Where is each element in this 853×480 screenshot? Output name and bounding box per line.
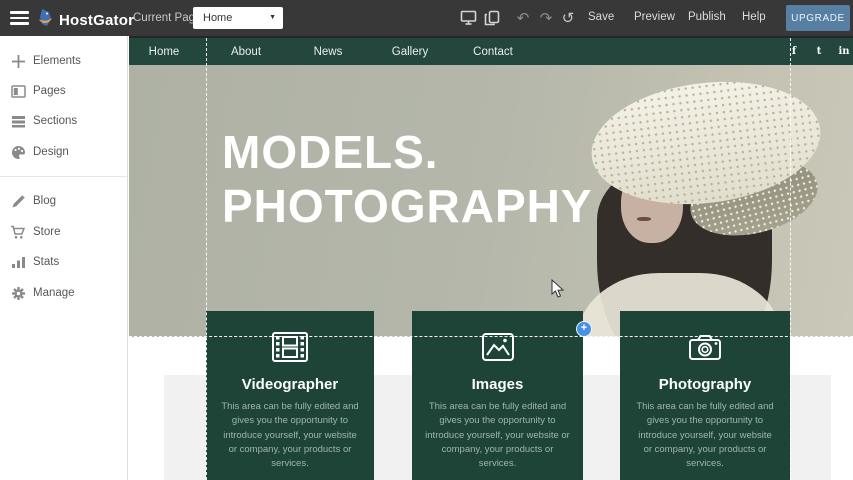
- hero-title-line2: PHOTOGRAPHY: [222, 179, 593, 233]
- sidebar-item-label: Elements: [33, 55, 81, 67]
- hostgator-gator-icon: [36, 7, 56, 33]
- add-image-button[interactable]: +: [576, 321, 592, 337]
- sidebar-item-label: Manage: [33, 287, 75, 299]
- help-button[interactable]: Help: [742, 11, 766, 23]
- card-body-text[interactable]: This area can be fully edited and gives …: [633, 400, 777, 471]
- sidebar-item-store[interactable]: Store: [0, 217, 127, 247]
- rows-icon: [10, 113, 26, 129]
- save-button[interactable]: Save: [588, 11, 614, 23]
- feature-card-images[interactable]: + Images This area can be fully edited a…: [412, 311, 583, 480]
- desktop-view-icon[interactable]: [458, 9, 478, 27]
- card-title[interactable]: Videographer: [206, 376, 374, 393]
- pencil-icon: [10, 193, 26, 209]
- card-body-text[interactable]: This area can be fully edited and gives …: [219, 400, 361, 471]
- twitter-icon[interactable]: t: [810, 38, 828, 65]
- cart-icon: [10, 224, 26, 240]
- redo-icon[interactable]: ↷: [536, 9, 556, 27]
- page-select[interactable]: Home ▼: [193, 7, 283, 29]
- site-nav-about[interactable]: About: [211, 38, 281, 65]
- palette-icon: [10, 144, 26, 160]
- sidebar-item-label: Pages: [33, 85, 66, 97]
- sidebar-divider: [0, 176, 127, 177]
- sidebar-item-elements[interactable]: Elements: [0, 46, 127, 76]
- card-body-text[interactable]: This area can be fully edited and gives …: [425, 400, 570, 471]
- sidebar-item-blog[interactable]: Blog: [0, 186, 127, 216]
- hostgator-logo: HostGator: [36, 7, 134, 33]
- sidebar-item-label: Stats: [33, 256, 59, 268]
- facebook-icon[interactable]: f: [785, 38, 803, 65]
- sidebar-item-pages[interactable]: Pages: [0, 76, 127, 106]
- editor-sidebar: Elements Pages Sections Design Blo: [0, 36, 128, 480]
- publish-button[interactable]: Publish: [688, 11, 726, 23]
- upgrade-button[interactable]: UPGRADE: [786, 5, 850, 31]
- linkedin-icon[interactable]: in: [833, 38, 853, 65]
- history-icon[interactable]: ↺: [558, 9, 578, 27]
- bar-chart-icon: [10, 254, 26, 270]
- brand-name: HostGator: [59, 12, 134, 29]
- camera-icon: [620, 328, 790, 366]
- feature-card-photography[interactable]: Photography This area can be fully edite…: [620, 311, 790, 480]
- card-title[interactable]: Images: [412, 376, 583, 393]
- sidebar-item-label: Sections: [33, 115, 77, 127]
- site-nav-contact[interactable]: Contact: [458, 38, 528, 65]
- sidebar-item-label: Blog: [33, 195, 56, 207]
- sidebar-item-label: Design: [33, 146, 69, 158]
- site-navbar: Home About News Gallery Contact f t in: [129, 38, 853, 65]
- feature-card-videographer[interactable]: Videographer This area can be fully edit…: [206, 311, 374, 480]
- mobile-view-icon[interactable]: [482, 9, 502, 27]
- card-title[interactable]: Photography: [620, 376, 790, 393]
- sidebar-item-sections[interactable]: Sections: [0, 106, 127, 136]
- site-nav-gallery[interactable]: Gallery: [375, 38, 445, 65]
- preview-button[interactable]: Preview: [634, 11, 675, 23]
- app-window: HostGator Current Page: Home ▼ ↶ ↷ ↺ Sav…: [0, 0, 853, 480]
- sidebar-item-label: Store: [33, 226, 61, 238]
- sidebar-item-design[interactable]: Design: [0, 137, 127, 167]
- hero-title[interactable]: MODELS. PHOTOGRAPHY: [222, 125, 593, 233]
- sidebar-item-manage[interactable]: Manage: [0, 278, 127, 308]
- menu-icon[interactable]: [10, 11, 29, 25]
- plus-icon: [10, 53, 26, 69]
- sidebar-item-stats[interactable]: Stats: [0, 247, 127, 277]
- editor-topbar: HostGator Current Page: Home ▼ ↶ ↷ ↺ Sav…: [0, 0, 853, 36]
- hero-photo-lips: [637, 217, 651, 221]
- site-preview-canvas[interactable]: Home About News Gallery Contact f t in M…: [129, 36, 853, 480]
- chevron-down-icon: ▼: [269, 14, 276, 21]
- page-layout-icon: [10, 83, 26, 99]
- undo-icon[interactable]: ↶: [513, 9, 533, 27]
- page-select-value: Home: [203, 12, 232, 24]
- hero-section[interactable]: MODELS. PHOTOGRAPHY: [129, 65, 853, 337]
- hero-title-line1: MODELS.: [222, 125, 593, 179]
- image-add-icon: +: [412, 328, 583, 366]
- gear-icon: [10, 285, 26, 301]
- site-nav-news[interactable]: News: [293, 38, 363, 65]
- film-strip-icon: [206, 328, 374, 366]
- site-nav-home[interactable]: Home: [129, 38, 199, 65]
